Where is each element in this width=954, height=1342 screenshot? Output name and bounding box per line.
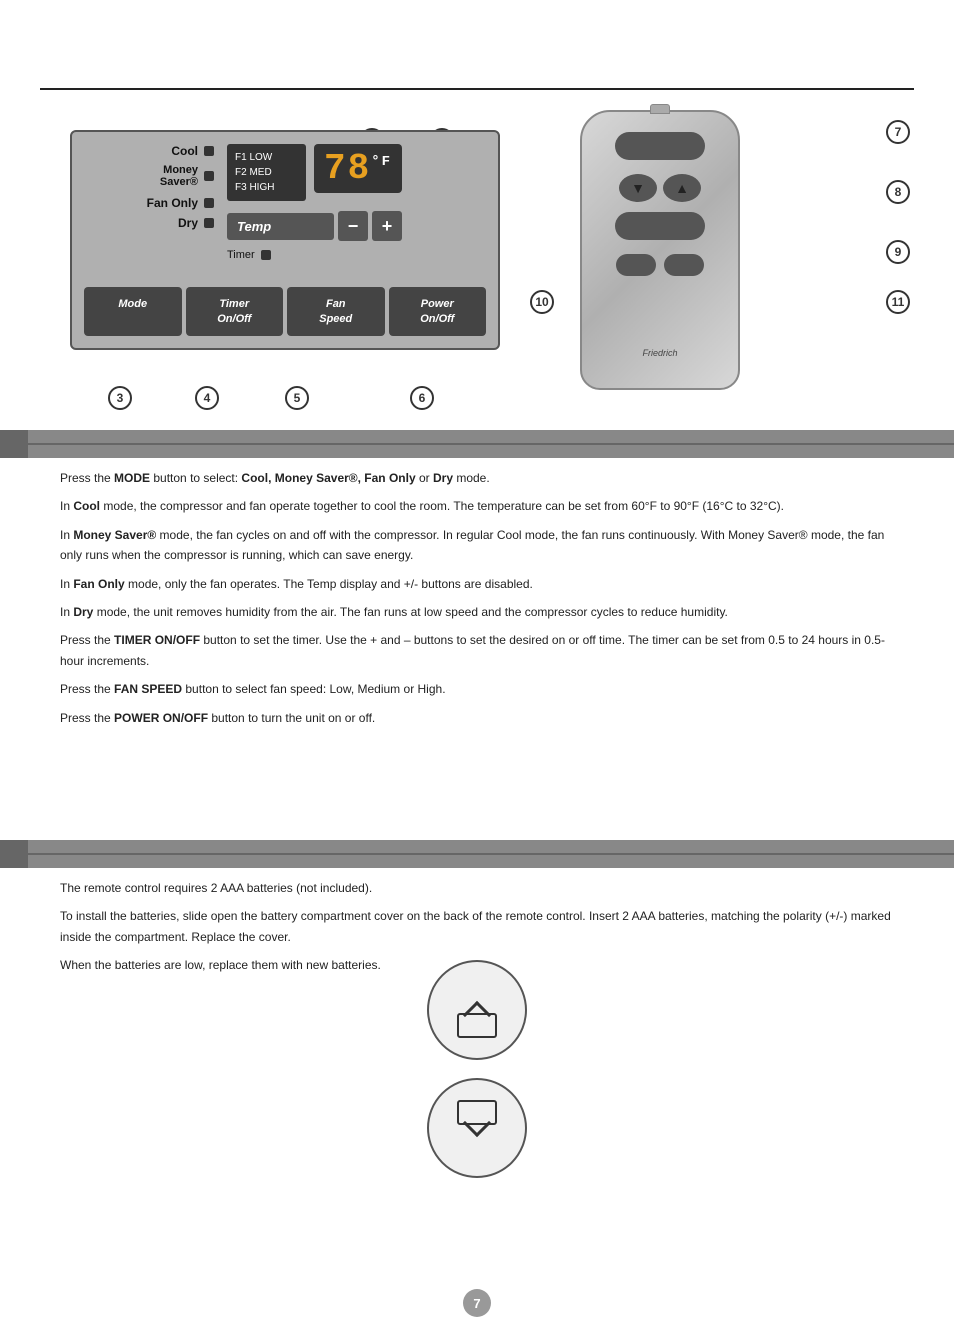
remote-arrow-down[interactable]: ▼ (619, 174, 657, 202)
cool-label: Cool (84, 144, 198, 158)
section1-box (0, 430, 28, 458)
battery-diagram-1 (427, 960, 527, 1060)
callout-5: 5 (285, 386, 309, 410)
remote-diagram: ▼ ▲ Friedrich 7 8 9 10 11 (550, 100, 930, 420)
section1-para-8: Press the POWER ON/OFF button to turn th… (60, 708, 894, 728)
remote-btn-bottom-row (616, 254, 704, 276)
battery-diagrams (427, 960, 527, 1178)
section1-para-5: In Dry mode, the unit removes humidity f… (60, 602, 894, 622)
remote-body: ▼ ▲ Friedrich (580, 110, 740, 390)
remote-callout-8: 8 (886, 180, 910, 204)
remote-callout-7: 7 (886, 120, 910, 144)
battery-diagram-2 (427, 1078, 527, 1178)
section1-content: Press the MODE button to select: Cool, M… (60, 468, 894, 736)
temp-display: 78°F (314, 144, 402, 193)
control-panel-box: Cool MoneySaver® Fan Only Dry F1 LOW F2 (70, 130, 500, 350)
remote-callout-10: 10 (530, 290, 554, 314)
section1-para-7: Press the FAN SPEED button to select fan… (60, 679, 894, 699)
panel-center: F1 LOW F2 MED F3 HIGH 78°F Temp − + Time… (227, 144, 402, 261)
remote-callout-11: 11 (886, 290, 910, 314)
section1-para-2: In Cool mode, the compressor and fan ope… (60, 496, 894, 516)
section1-para-1: Press the MODE button to select: Cool, M… (60, 468, 894, 488)
fan-speed-f1: F1 LOW (235, 150, 298, 165)
timer-on-off-button[interactable]: TimerOn/Off (186, 287, 284, 336)
section1-header (0, 430, 954, 458)
temp-minus-btn[interactable]: − (338, 211, 368, 241)
remote-btn-small-left[interactable] (616, 254, 656, 276)
section2-box (0, 840, 28, 868)
fan-speed-box: F1 LOW F2 MED F3 HIGH (227, 144, 306, 201)
panel-buttons: Mode TimerOn/Off FanSpeed PowerOn/Off (84, 287, 486, 336)
fan-speed-f2: F2 MED (235, 165, 298, 180)
remote-arrow-up[interactable]: ▲ (663, 174, 701, 202)
temp-plus-btn[interactable]: + (372, 211, 402, 241)
timer-indicator: Timer (227, 249, 402, 261)
power-on-off-button[interactable]: PowerOn/Off (389, 287, 487, 336)
callout-4: 4 (195, 386, 219, 410)
section2-para-2: To install the batteries, slide open the… (60, 906, 894, 947)
temp-label: Temp (227, 213, 334, 240)
money-saver-led (204, 171, 214, 181)
remote-btn-top[interactable] (615, 132, 705, 160)
section1-line (28, 443, 954, 445)
temp-unit: °F (371, 154, 392, 170)
money-saver-mode: MoneySaver® (84, 164, 214, 188)
section2-header (0, 840, 954, 868)
top-horizontal-rule (40, 88, 914, 90)
fan-speed-button[interactable]: FanSpeed (287, 287, 385, 336)
remote-brand: Friedrich (642, 348, 677, 358)
fan-only-mode: Fan Only (84, 196, 214, 210)
remote-btn-mid[interactable] (615, 212, 705, 240)
timer-label: Timer (227, 249, 255, 261)
remote-btn-small-right[interactable] (664, 254, 704, 276)
section1-para-6: Press the TIMER ON/OFF button to set the… (60, 630, 894, 671)
remote-arrow-buttons: ▼ ▲ (619, 174, 701, 202)
temp-row: Temp − + (227, 211, 402, 241)
fan-only-label: Fan Only (84, 196, 198, 210)
callout-3: 3 (108, 386, 132, 410)
dry-label: Dry (84, 216, 198, 230)
remote-callout-9: 9 (886, 240, 910, 264)
page-number: 7 (463, 1289, 491, 1317)
cool-led (204, 146, 214, 156)
mode-button[interactable]: Mode (84, 287, 182, 336)
battery-shape-2 (457, 1100, 497, 1125)
money-saver-label: MoneySaver® (84, 164, 198, 188)
battery-shape-1 (457, 1013, 497, 1038)
mode-indicators: Cool MoneySaver® Fan Only Dry (84, 144, 214, 236)
dry-led (204, 218, 214, 228)
cool-mode: Cool (84, 144, 214, 158)
remote-nub (650, 104, 670, 114)
fan-only-led (204, 198, 214, 208)
callout-6: 6 (410, 386, 434, 410)
section1-para-3: In Money Saver® mode, the fan cycles on … (60, 525, 894, 566)
section1-para-4: In Fan Only mode, only the fan operates.… (60, 574, 894, 594)
section2-para-1: The remote control requires 2 AAA batter… (60, 878, 894, 898)
timer-led (261, 250, 271, 260)
fan-speed-f3: F3 HIGH (235, 180, 298, 195)
section2-line (28, 853, 954, 855)
control-panel-diagram: 1 2 Cool MoneySaver® Fan Only Dry (40, 100, 540, 420)
dry-mode: Dry (84, 216, 214, 230)
